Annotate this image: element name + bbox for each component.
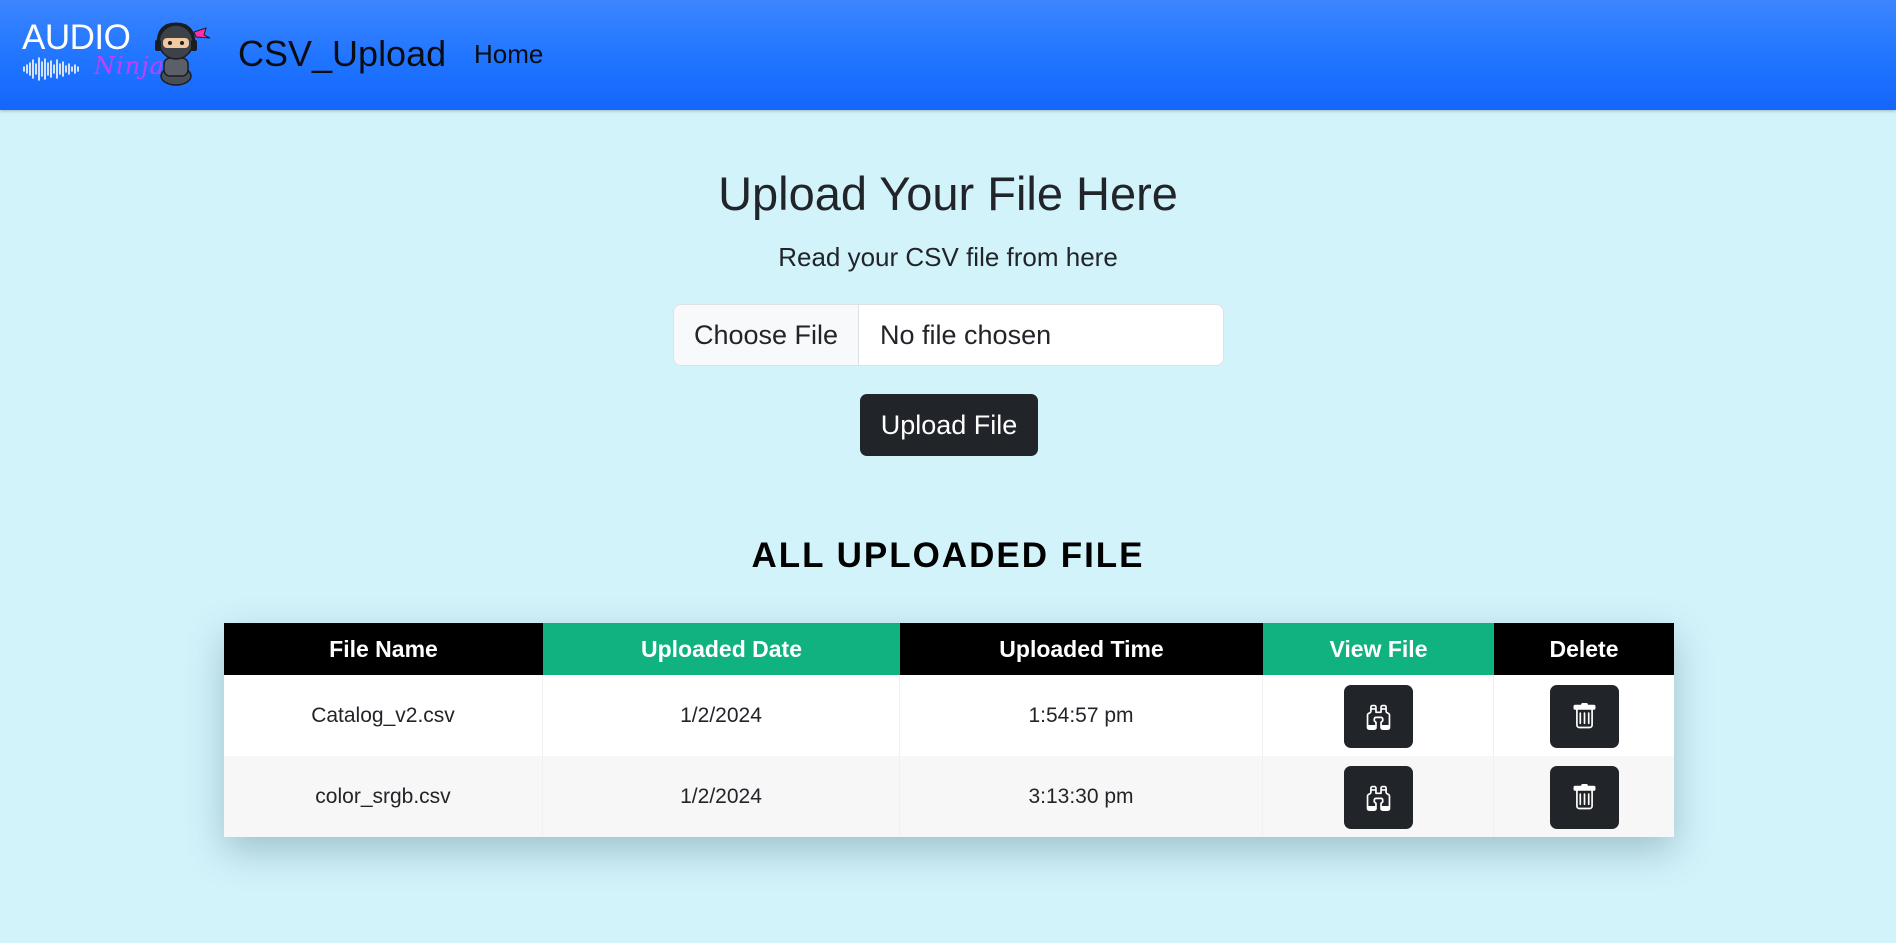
upload-file-button[interactable]: Upload File [860,394,1038,456]
column-header-uploaded-time: Uploaded Time [900,623,1263,675]
nav-home-link[interactable]: Home [474,36,543,72]
file-input[interactable]: Choose File No file chosen [673,304,1224,366]
files-section-title: ALL UPLOADED FILE [751,536,1145,575]
uploaded-time-cell: 1:54:57 pm [900,675,1263,756]
uploaded-time-cell: 3:13:30 pm [900,756,1263,837]
file-name-cell: color_srgb.csv [224,756,543,837]
logo-word: AUDIO [22,18,131,57]
view-file-button[interactable] [1344,766,1413,829]
table-row: Catalog_v2.csv 1/2/2024 1:54:57 pm [224,675,1674,756]
uploaded-date-cell: 1/2/2024 [543,675,900,756]
uploaded-files-table: File Name Uploaded Date Uploaded Time Vi… [224,623,1674,837]
file-name-cell: Catalog_v2.csv [224,675,543,756]
table-row: color_srgb.csv 1/2/2024 3:13:30 pm [224,756,1674,837]
choose-file-button[interactable]: Choose File [674,305,859,365]
trash-icon [1573,784,1596,810]
column-header-uploaded-date: Uploaded Date [543,623,900,675]
column-header-view-file: View File [1263,623,1494,675]
page-subheading: Read your CSV file from here [778,242,1118,272]
view-file-cell [1263,756,1494,837]
sound-wave-icon [23,57,79,81]
binoculars-icon [1366,704,1391,730]
binoculars-icon [1366,785,1391,811]
table-header: File Name Uploaded Date Uploaded Time Vi… [224,623,1674,675]
delete-file-button[interactable] [1550,685,1619,748]
audio-ninja-logo[interactable]: AUDIO Ninja [20,16,215,88]
page-heading: Upload Your File Here [718,167,1178,220]
navbar: AUDIO Ninja CSV_Upload Home [0,0,1896,110]
delete-cell [1494,675,1674,756]
trash-icon [1573,703,1596,729]
brand-title[interactable]: CSV_Upload [238,30,446,78]
column-header-delete: Delete [1494,623,1674,675]
ninja-mascot-icon [155,22,211,86]
file-status-text: No file chosen [880,320,1052,350]
delete-cell [1494,756,1674,837]
uploaded-date-cell: 1/2/2024 [543,756,900,837]
view-file-button[interactable] [1344,685,1413,748]
column-header-file-name: File Name [224,623,543,675]
view-file-cell [1263,675,1494,756]
delete-file-button[interactable] [1550,766,1619,829]
